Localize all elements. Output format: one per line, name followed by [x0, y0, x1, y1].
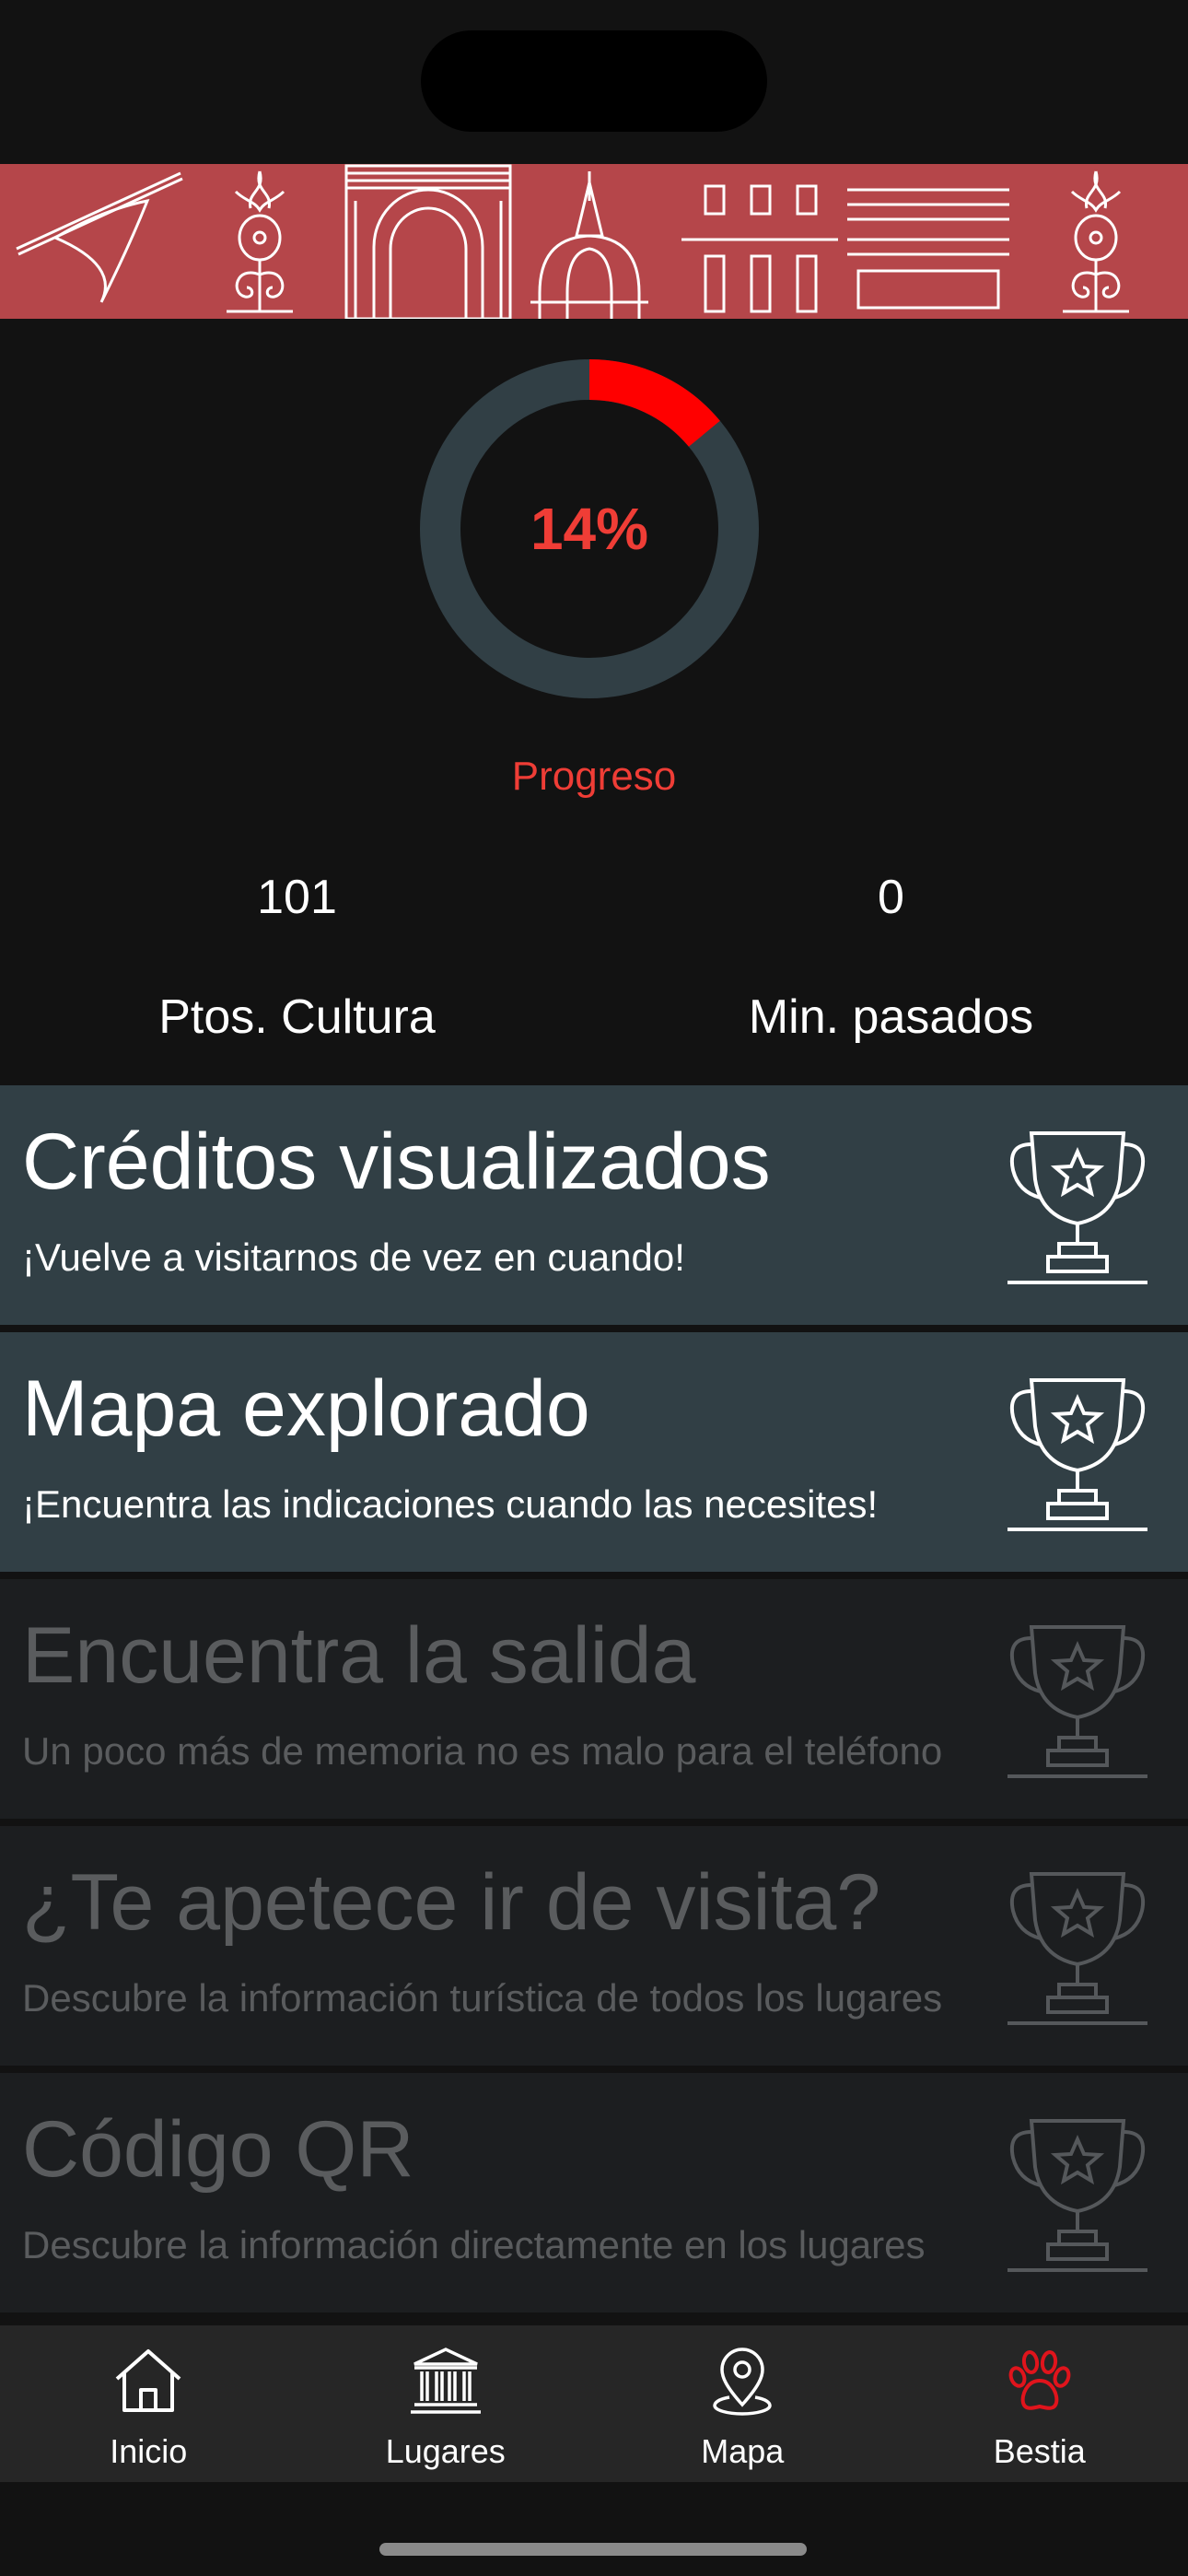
paw-icon: [1008, 2350, 1071, 2410]
tab-label: Mapa: [701, 2432, 785, 2470]
achievement-description: Descubre la información turística de tod…: [22, 1976, 943, 2020]
home-icon: [115, 2349, 181, 2412]
achievement-card[interactable]: Créditos visualizados ¡Vuelve a visitarn…: [0, 1085, 1188, 1325]
trophy-icon: [1004, 1865, 1151, 2031]
tab-bar: Inicio Lugares Mapa Bestia: [0, 2325, 1188, 2482]
header-banner: [0, 164, 1188, 319]
home-indicator[interactable]: [379, 2543, 807, 2556]
trophy-icon: [1004, 1124, 1151, 1290]
progress-label: Progreso: [511, 754, 677, 799]
progress-percentage: 14%: [530, 496, 649, 562]
trophy-icon: [1004, 2112, 1151, 2277]
achievement-title: Mapa explorado: [22, 1364, 590, 1453]
achievement-title: Código QR: [22, 2105, 414, 2194]
achievement-title: Créditos visualizados: [22, 1118, 771, 1206]
tab-mapa[interactable]: Mapa: [594, 2325, 891, 2482]
culture-points-label: Ptos. Cultura: [158, 990, 436, 1044]
tab-inicio[interactable]: Inicio: [0, 2325, 297, 2482]
achievement-title: Encuentra la salida: [22, 1611, 696, 1700]
tab-lugares[interactable]: Lugares: [297, 2325, 595, 2482]
tab-label: Lugares: [385, 2432, 506, 2470]
culture-points-value: 101: [257, 871, 337, 924]
tab-bestia[interactable]: Bestia: [891, 2325, 1188, 2482]
achievement-description: ¡Encuentra las indicaciones cuando las n…: [22, 1482, 879, 1526]
map-pin-icon: [713, 2348, 773, 2416]
progress-ring: 14%: [414, 354, 764, 704]
minutes-spent-value: 0: [878, 871, 904, 924]
achievement-description: Descubre la información directamente en …: [22, 2223, 926, 2266]
achievement-description: Un poco más de memoria no es malo para e…: [22, 1729, 943, 1773]
dynamic-island: [421, 30, 767, 132]
tab-label: Inicio: [110, 2432, 188, 2470]
achievement-card[interactable]: Mapa explorado ¡Encuentra las indicacion…: [0, 1332, 1188, 1572]
tab-label: Bestia: [993, 2432, 1086, 2470]
trophy-icon: [1004, 1371, 1151, 1537]
achievement-card[interactable]: ¿Te apetece ir de visita? Descubre la in…: [0, 1826, 1188, 2066]
achievement-title: ¿Te apetece ir de visita?: [22, 1858, 881, 1947]
minutes-spent-label: Min. pasados: [748, 990, 1034, 1044]
achievement-card[interactable]: Encuentra la salida Un poco más de memor…: [0, 1579, 1188, 1819]
achievement-card[interactable]: Código QR Descubre la información direct…: [0, 2073, 1188, 2313]
building-columns-icon: [410, 2348, 481, 2414]
banner-monuments-illustration: [16, 164, 1129, 319]
achievement-description: ¡Vuelve a visitarnos de vez en cuando!: [22, 1235, 685, 1279]
trophy-icon: [1004, 1618, 1151, 1784]
